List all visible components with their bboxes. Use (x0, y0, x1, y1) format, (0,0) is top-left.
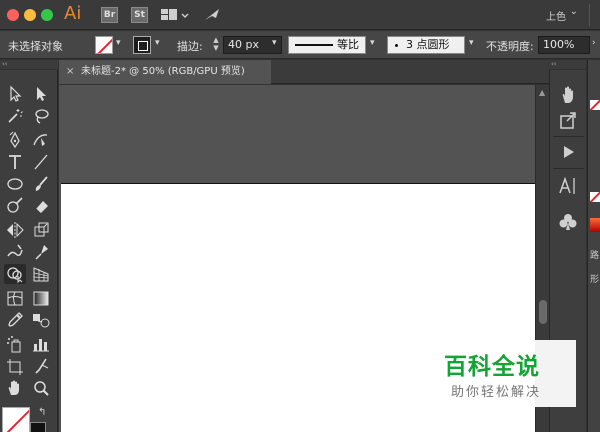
zoom-window-button[interactable] (41, 9, 53, 21)
gradient-swatch-mini[interactable] (590, 218, 600, 232)
illustrator-logo: Ai (64, 3, 82, 24)
puppet-warp-tool-icon[interactable] (30, 242, 52, 262)
hand-tool-icon[interactable] (4, 378, 26, 398)
workspace-switcher[interactable]: 上色 (546, 8, 566, 23)
type-tool-icon[interactable] (4, 152, 26, 172)
curvature-tool-icon[interactable] (30, 130, 52, 150)
stroke-weight-stepper[interactable]: ▲ ▼ (211, 36, 221, 54)
tools-panel: ↰ (0, 70, 58, 432)
title-divider (589, 4, 590, 26)
watermark-overlay: 百科全说 助你轻松解决 (411, 340, 576, 407)
blob-brush-tool-icon[interactable] (4, 196, 26, 216)
eraser-tool-icon[interactable] (30, 196, 52, 216)
scale-tool-icon[interactable] (30, 220, 52, 240)
chevron-right-icon[interactable]: › (592, 38, 596, 48)
character-panel-icon[interactable] (556, 174, 580, 198)
watermark-title: 百科全说 (444, 354, 540, 380)
document-tab-title: 未标题-2* @ 50% (RGB/GPU 预览) (81, 66, 245, 77)
control-bar: 未选择对象 ▾ ▾ 描边: ▲ ▼ 40 px ▾ 等比 ▾ 3 点圆形 ▾ 不透… (0, 31, 600, 59)
chevron-down-icon[interactable]: ▾ (116, 38, 121, 48)
arrange-documents-icon[interactable] (160, 6, 190, 27)
close-tab-icon[interactable]: × (66, 60, 74, 84)
panel-label-path: 路 (590, 251, 600, 261)
export-panel-icon[interactable] (556, 108, 580, 132)
chevron-down-icon[interactable]: ▾ (155, 38, 160, 48)
warp-tool-icon[interactable] (4, 242, 26, 262)
stroke-label[interactable]: 描边: (177, 38, 203, 54)
selection-status: 未选择对象 (8, 40, 63, 53)
reflect-tool-icon[interactable] (4, 220, 26, 240)
ellipse-tool-icon[interactable] (4, 174, 26, 194)
direct-selection-tool-icon[interactable] (30, 84, 52, 104)
shape-builder-tool-icon[interactable] (4, 264, 26, 284)
opacity-label[interactable]: 不透明度: (486, 38, 534, 54)
fill-swatch-mini[interactable] (590, 100, 600, 110)
pen-tool-icon[interactable] (4, 130, 26, 150)
dock-collapse-strip[interactable]: ‹‹ (549, 60, 586, 69)
minimize-window-button[interactable] (24, 9, 36, 21)
document-tab[interactable]: × 未标题-2* @ 50% (RGB/GPU 预览) (59, 60, 271, 84)
stroke-profile-label: 等比 (337, 38, 359, 51)
variable-width-profile[interactable]: 等比 (288, 36, 366, 54)
gpu-performance-icon[interactable] (203, 6, 223, 27)
mesh-tool-icon[interactable] (4, 288, 26, 308)
selection-tool-icon[interactable] (4, 84, 26, 104)
stock-button[interactable]: St (131, 7, 148, 23)
zoom-tool-icon[interactable] (30, 378, 52, 398)
play-actions-icon[interactable] (556, 140, 580, 164)
chevron-down-icon[interactable]: ▾ (469, 38, 474, 48)
gradient-tool-icon[interactable] (30, 288, 52, 308)
close-window-button[interactable] (7, 9, 19, 21)
bridge-button[interactable]: Br (101, 7, 118, 23)
slice-tool-icon[interactable] (30, 356, 52, 376)
title-bar: Ai Br St 上色 ⌄ (0, 0, 600, 30)
fill-color-swatch[interactable] (95, 36, 113, 54)
chevron-down-icon[interactable]: ▾ (272, 38, 277, 48)
line-segment-tool-icon[interactable] (30, 152, 52, 172)
swap-fill-stroke-icon[interactable]: ↰ (38, 407, 46, 418)
eyedropper-tool-icon[interactable] (4, 310, 26, 330)
artboard-tool-icon[interactable] (4, 356, 26, 376)
opacity-field[interactable]: 100% (538, 36, 590, 54)
watermark-subtitle: 助你轻松解决 (451, 385, 542, 400)
magic-wand-tool-icon[interactable] (4, 106, 26, 126)
perspective-grid-tool-icon[interactable] (30, 264, 52, 284)
properties-panel-edge: 路 形 (587, 60, 600, 432)
hand-panel-icon[interactable] (556, 83, 580, 107)
lasso-tool-icon[interactable] (30, 106, 52, 126)
brush-label: 3 点圆形 (406, 38, 450, 51)
stroke-color-swatch[interactable] (133, 36, 151, 54)
brush-definition[interactable]: 3 点圆形 (387, 36, 465, 54)
symbols-panel-icon[interactable] (556, 210, 580, 234)
stroke-swatch-small[interactable] (30, 422, 46, 432)
column-graph-tool-icon[interactable] (30, 334, 52, 354)
chevron-down-icon[interactable]: ▾ (370, 38, 375, 48)
scrollbar-thumb[interactable] (539, 300, 547, 324)
chevron-down-icon[interactable]: ⌄ (570, 6, 578, 17)
panel-label-shape: 形 (590, 275, 600, 285)
paintbrush-tool-icon[interactable] (30, 174, 52, 194)
stroke-swatch-mini[interactable] (590, 192, 600, 202)
blend-tool-icon[interactable] (30, 310, 52, 330)
fill-none-swatch[interactable] (2, 407, 30, 432)
toolbar-collapse-strip[interactable]: ‹‹ (0, 60, 58, 69)
scroll-up-icon[interactable]: ▲ (539, 88, 545, 97)
document-tab-bar: × 未标题-2* @ 50% (RGB/GPU 预览) (59, 60, 549, 84)
symbol-sprayer-tool-icon[interactable] (4, 334, 26, 354)
